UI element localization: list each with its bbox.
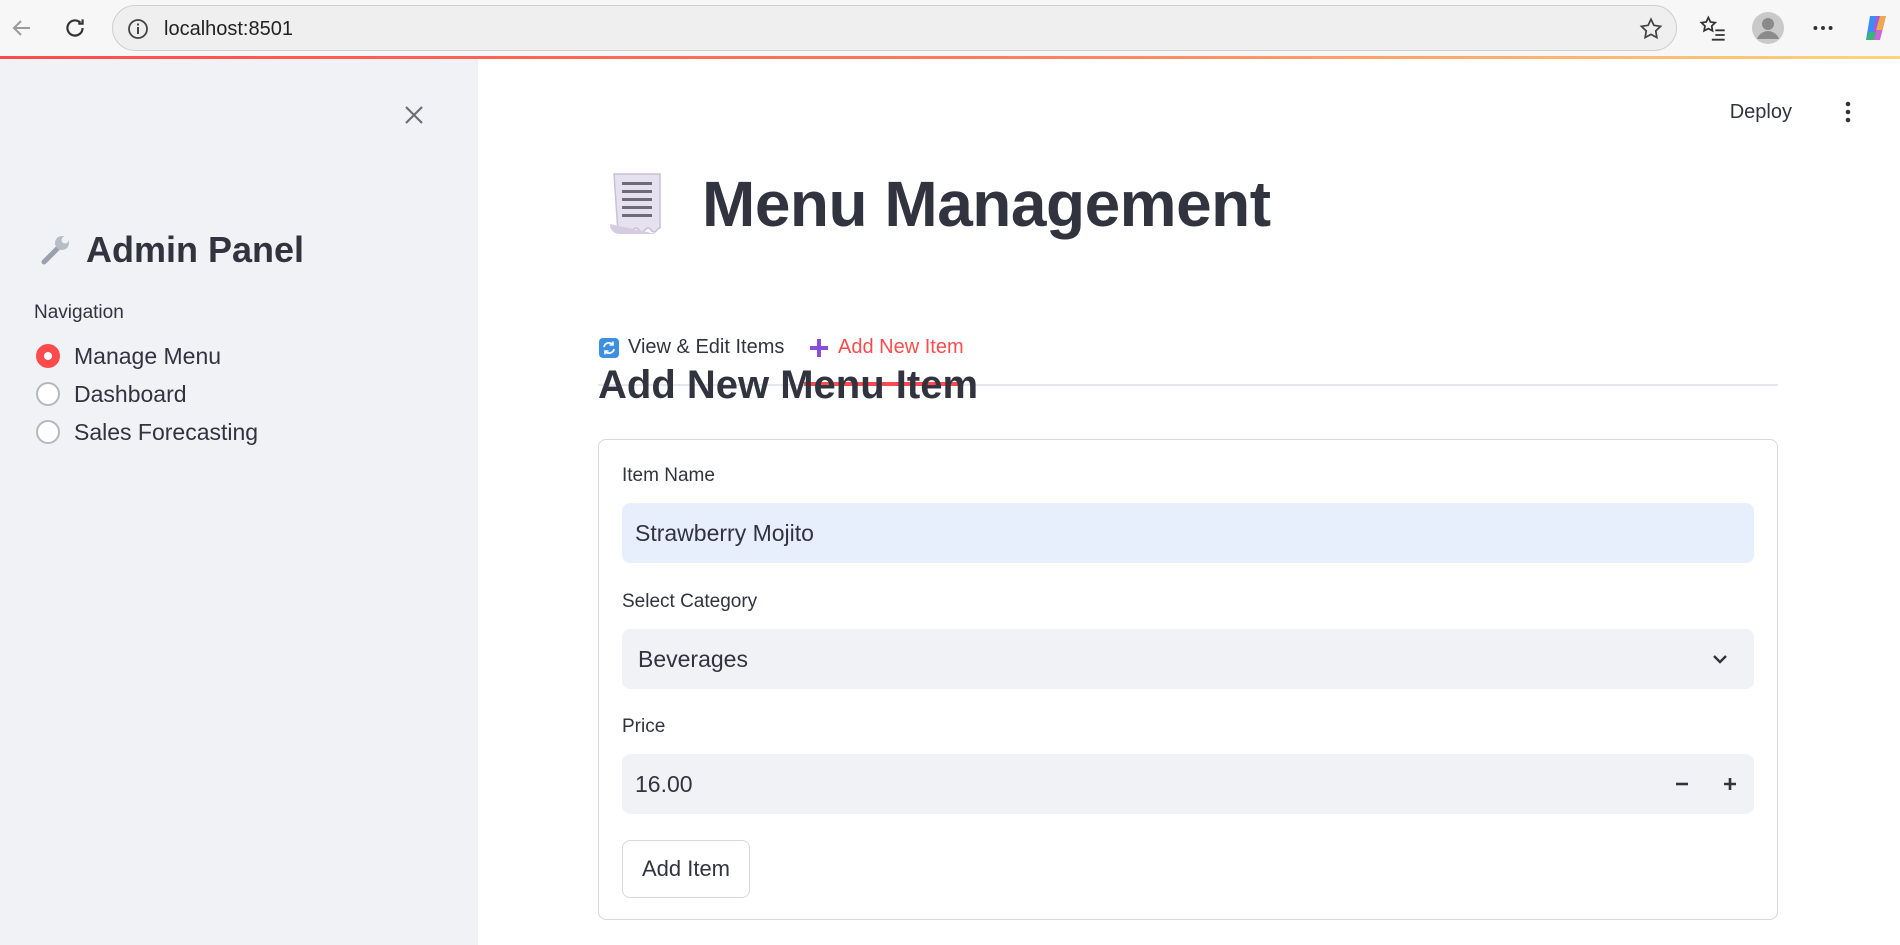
decrement-button[interactable] [1658, 754, 1706, 814]
sidebar-title-text: Admin Panel [86, 229, 305, 270]
price-number-input[interactable]: 16.00 [622, 754, 1754, 814]
increment-button[interactable] [1706, 754, 1754, 814]
add-item-form: Item Name Strawberry Mojito Select Categ… [598, 439, 1778, 920]
nav-radio-dashboard[interactable]: Dashboard [36, 375, 258, 413]
deploy-button[interactable]: Deploy [1730, 101, 1792, 124]
plus-icon [1724, 778, 1736, 790]
tab-label: View & Edit Items [628, 336, 785, 358]
reload-button[interactable] [57, 10, 93, 46]
category-label: Select Category [622, 591, 758, 612]
price-label: Price [622, 716, 666, 737]
radio-checked-icon [36, 344, 60, 368]
section-title: Add New Menu Item [598, 363, 979, 407]
navigation-label: Navigation [34, 302, 124, 323]
tab-view-edit-items[interactable]: View & Edit Items [598, 336, 784, 359]
navigation-radio-group: Manage Menu Dashboard Sales Forecasting [36, 337, 258, 451]
receipt-icon [610, 173, 661, 234]
page-title: Menu Management [608, 167, 1271, 241]
copilot-button[interactable] [1856, 8, 1896, 48]
ellipsis-icon [1813, 26, 1833, 30]
reload-icon [66, 19, 84, 37]
url-text: localhost:8501 [164, 18, 293, 40]
vertical-ellipsis-icon [1845, 101, 1851, 123]
close-icon [405, 106, 423, 124]
tab-add-new-item[interactable]: Add New Item [808, 336, 964, 359]
address-bar[interactable]: localhost:8501 [112, 5, 1677, 51]
tab-label: Add New Item [838, 336, 964, 358]
item-name-label: Item Name [622, 465, 715, 486]
radio-label: Sales Forecasting [74, 418, 259, 445]
category-select[interactable]: Beverages [622, 629, 1754, 689]
wrench-icon [41, 236, 69, 265]
sidebar: Admin Panel Navigation Manage Menu Dashb… [0, 59, 478, 945]
radio-unchecked-icon [36, 420, 60, 444]
main-content: Deploy Menu Management View & Edit Items [478, 59, 1900, 945]
main-menu-button[interactable] [1836, 99, 1860, 130]
back-button[interactable] [4, 10, 40, 46]
sidebar-close-button[interactable] [398, 99, 430, 131]
browser-toolbar: localhost:8501 [0, 0, 1900, 56]
profile-avatar-icon [1752, 12, 1784, 44]
back-arrow-icon [12, 20, 30, 36]
add-item-button[interactable]: Add Item [622, 840, 750, 898]
chevron-down-icon [1713, 655, 1727, 664]
price-value: 16.00 [635, 770, 693, 797]
category-selected-value: Beverages [638, 645, 748, 672]
refresh-icon [599, 337, 619, 358]
radio-label: Dashboard [74, 380, 187, 407]
plus-icon [810, 338, 828, 357]
page-title-text: Menu Management [702, 168, 1271, 240]
favorites-list-icon [1699, 15, 1725, 41]
minus-icon [1676, 782, 1688, 786]
item-name-input[interactable]: Strawberry Mojito [622, 503, 1754, 563]
sidebar-title: Admin Panel [38, 229, 304, 271]
favorite-star-icon[interactable] [1638, 16, 1664, 47]
info-icon[interactable] [127, 18, 149, 45]
profile-button[interactable] [1748, 8, 1788, 48]
copilot-icon [1866, 16, 1886, 40]
favorites-button[interactable] [1693, 8, 1733, 48]
radio-unchecked-icon [36, 382, 60, 406]
nav-radio-manage-menu[interactable]: Manage Menu [36, 337, 258, 375]
radio-label: Manage Menu [74, 342, 222, 369]
nav-radio-sales-forecasting[interactable]: Sales Forecasting [36, 413, 258, 451]
more-options-button[interactable] [1803, 8, 1843, 48]
